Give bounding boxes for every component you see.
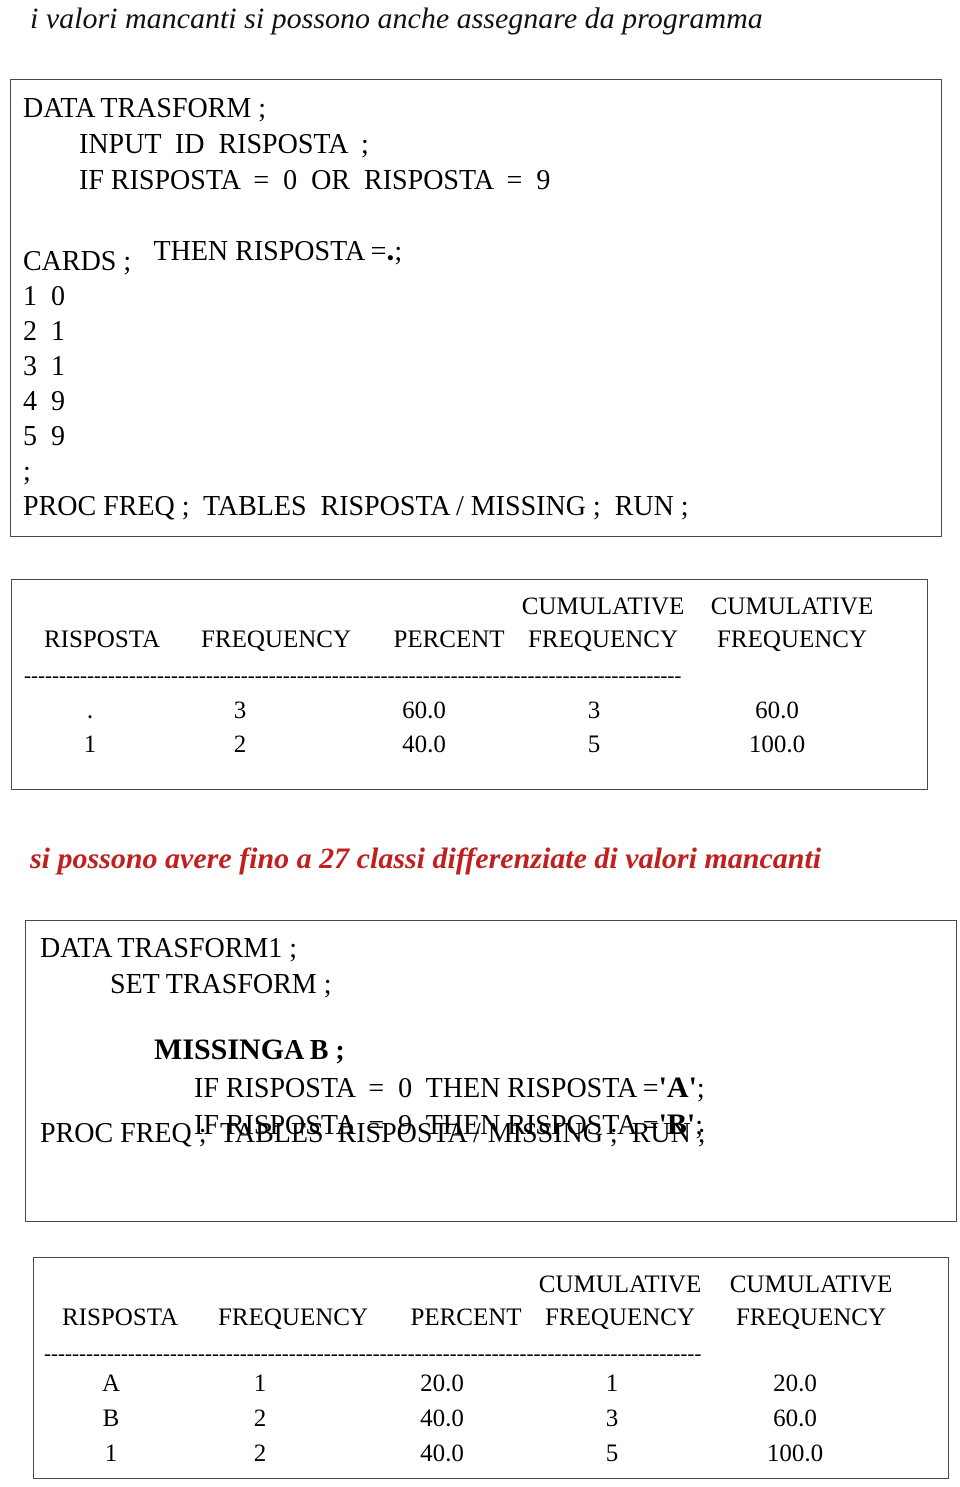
cell-percent: 40.0 [420, 1405, 464, 1432]
column-header-frequency: FREQUENCY [200, 626, 352, 653]
table-rule: ----------------------------------------… [24, 665, 682, 686]
cell-cum-percent: 20.0 [773, 1370, 817, 1397]
cell-frequency: 1 [253, 1370, 267, 1397]
code-line: PROC FREQ ; TABLES RISPOSTA / MISSING ; … [40, 1118, 706, 1149]
column-header-cum-percent: FREQUENCY [716, 626, 868, 653]
code-text: ; [394, 236, 403, 267]
column-header-cum-percent: FREQUENCY [735, 1304, 887, 1331]
code-line: SET TRASFORM ; [110, 969, 332, 1000]
cell-cum-frequency: 5 [587, 731, 601, 758]
column-header-risposta: RISPOSTA [61, 1304, 179, 1331]
cell-frequency: 2 [233, 731, 247, 758]
column-header-top: CUMULATIVE [729, 1271, 893, 1298]
code-line: DATA TRASFORM ; [23, 93, 267, 124]
code-line: 2 1 [23, 316, 65, 347]
cell-frequency: 2 [253, 1405, 267, 1432]
freq-output-table-1: CUMULATIVE CUMULATIVE RISPOSTA FREQUENCY… [11, 579, 928, 790]
code-line: 3 1 [23, 351, 65, 382]
cell-frequency: 3 [233, 697, 247, 724]
cell-frequency: 2 [253, 1440, 267, 1467]
code-line: IF RISPOSTA = 0 OR RISPOSTA = 9 [79, 165, 551, 196]
code-block-2: DATA TRASFORM1 ; SET TRASFORM ; MISSINGA… [25, 920, 957, 1222]
page-title: i valori mancanti si possono anche asseg… [30, 2, 763, 35]
cell-cum-frequency: 3 [605, 1405, 619, 1432]
code-line: INPUT ID RISPOSTA ; [79, 129, 369, 160]
column-header-risposta: RISPOSTA [43, 626, 161, 653]
cell-risposta: B [102, 1405, 120, 1432]
column-header-frequency: FREQUENCY [217, 1304, 369, 1331]
cell-percent: 40.0 [420, 1440, 464, 1467]
column-header-top: CUMULATIVE [521, 593, 685, 620]
cell-percent: 40.0 [402, 731, 446, 758]
cell-risposta: A [101, 1370, 121, 1397]
cell-risposta: 1 [104, 1440, 118, 1467]
column-header-percent: PERCENT [393, 626, 505, 653]
cell-cum-percent: 60.0 [773, 1405, 817, 1432]
code-line: THEN RISPOSTA =.; [126, 205, 403, 294]
section-subtitle: si possono avere fino a 27 classi differ… [30, 842, 822, 875]
cell-percent: 20.0 [420, 1370, 464, 1397]
cell-cum-frequency: 1 [605, 1370, 619, 1397]
code-line: PROC FREQ ; TABLES RISPOSTA / MISSING ; … [23, 491, 689, 522]
cell-cum-percent: 100.0 [766, 1440, 824, 1467]
column-header-cum-frequency: FREQUENCY [527, 626, 679, 653]
code-block-1: DATA TRASFORM ; INPUT ID RISPOSTA ; IF R… [10, 79, 942, 537]
cell-risposta: 1 [83, 731, 97, 758]
cell-cum-frequency: 5 [605, 1440, 619, 1467]
column-header-top: CUMULATIVE [710, 593, 874, 620]
cell-cum-percent: 60.0 [755, 697, 799, 724]
code-line: DATA TRASFORM1 ; [40, 933, 298, 964]
code-line: CARDS ; [23, 246, 132, 277]
code-line: ; [23, 456, 31, 487]
column-header-cum-frequency: FREQUENCY [544, 1304, 696, 1331]
code-line: 4 9 [23, 386, 65, 417]
column-header-percent: PERCENT [410, 1304, 522, 1331]
freq-output-table-2: CUMULATIVE CUMULATIVE RISPOSTA FREQUENCY… [33, 1257, 949, 1479]
cell-cum-percent: 100.0 [748, 731, 806, 758]
code-line: 1 0 [23, 281, 65, 312]
cell-risposta: . [86, 697, 94, 724]
table-rule: ----------------------------------------… [44, 1343, 702, 1364]
code-line: 5 9 [23, 421, 65, 452]
column-header-top: CUMULATIVE [538, 1271, 702, 1298]
code-text: THEN RISPOSTA = [153, 236, 387, 267]
cell-percent: 60.0 [402, 697, 446, 724]
cell-cum-frequency: 3 [587, 697, 601, 724]
